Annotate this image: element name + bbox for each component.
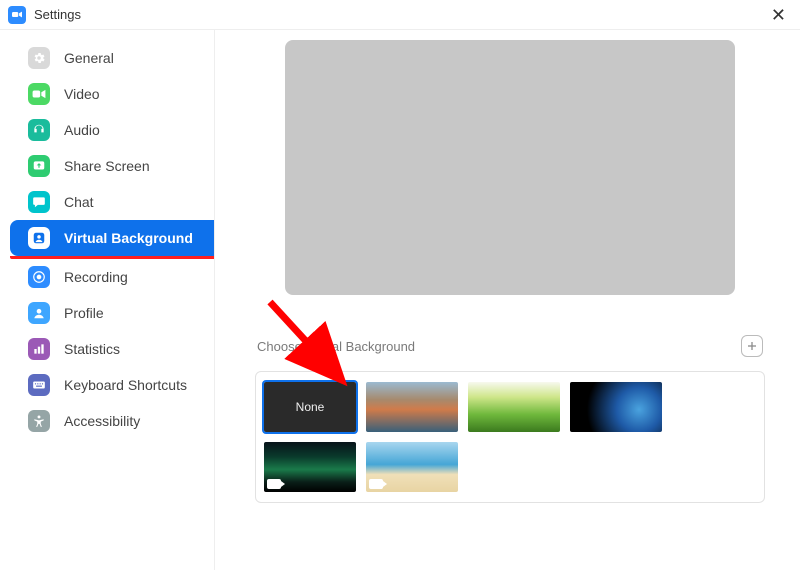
gear-icon (28, 47, 50, 69)
sidebar-item-profile[interactable]: Profile (10, 295, 214, 331)
profile-icon (28, 302, 50, 324)
choose-background-row: Choose Virtual Background (255, 335, 765, 357)
sidebar-item-virtual-background[interactable]: Virtual Background (10, 220, 214, 256)
sidebar-item-label: Keyboard Shortcuts (64, 377, 187, 393)
background-thumb-none-label: None (296, 400, 325, 414)
sidebar-item-audio[interactable]: Audio (10, 112, 214, 148)
background-thumb-earth[interactable] (570, 382, 662, 432)
background-thumb-aurora[interactable] (264, 442, 356, 492)
close-button[interactable]: ✕ (765, 4, 792, 26)
video-icon (28, 83, 50, 105)
virtual-background-icon (28, 227, 50, 249)
background-thumb-bridge[interactable] (366, 382, 458, 432)
sidebar-item-label: Virtual Background (64, 230, 193, 246)
sidebar-item-label: Audio (64, 122, 100, 138)
sidebar-item-label: Chat (64, 194, 94, 210)
sidebar: General Video Audio Share Screen Chat (0, 30, 215, 570)
sidebar-item-label: Video (64, 86, 100, 102)
window-title: Settings (34, 7, 81, 22)
sidebar-item-keyboard-shortcuts[interactable]: Keyboard Shortcuts (10, 367, 214, 403)
sidebar-item-recording[interactable]: Recording (10, 259, 214, 295)
sidebar-item-label: Statistics (64, 341, 120, 357)
background-list: None (255, 371, 765, 503)
share-screen-icon (28, 155, 50, 177)
video-badge-icon (267, 479, 281, 489)
sidebar-item-chat[interactable]: Chat (10, 184, 214, 220)
background-thumb-grass[interactable] (468, 382, 560, 432)
sidebar-item-accessibility[interactable]: Accessibility (10, 403, 214, 439)
sidebar-item-label: Share Screen (64, 158, 150, 174)
app-icon (8, 6, 26, 24)
sidebar-item-label: Profile (64, 305, 104, 321)
sidebar-item-label: Accessibility (64, 413, 140, 429)
sidebar-item-label: Recording (64, 269, 128, 285)
sidebar-item-video[interactable]: Video (10, 76, 214, 112)
accessibility-icon (28, 410, 50, 432)
background-thumb-none[interactable]: None (264, 382, 356, 432)
sidebar-item-general[interactable]: General (10, 40, 214, 76)
sidebar-item-label: General (64, 50, 114, 66)
video-badge-icon (369, 479, 383, 489)
titlebar: Settings ✕ (0, 0, 800, 30)
background-thumb-beach[interactable] (366, 442, 458, 492)
choose-background-label: Choose Virtual Background (257, 339, 415, 354)
content-container: General Video Audio Share Screen Chat (0, 30, 800, 570)
chat-icon (28, 191, 50, 213)
titlebar-left: Settings (8, 6, 81, 24)
sidebar-item-statistics[interactable]: Statistics (10, 331, 214, 367)
sidebar-item-share-screen[interactable]: Share Screen (10, 148, 214, 184)
video-preview (285, 40, 735, 295)
add-background-button[interactable] (741, 335, 763, 357)
statistics-icon (28, 338, 50, 360)
keyboard-icon (28, 374, 50, 396)
recording-icon (28, 266, 50, 288)
headphones-icon (28, 119, 50, 141)
main-panel: Choose Virtual Background None (215, 30, 800, 570)
